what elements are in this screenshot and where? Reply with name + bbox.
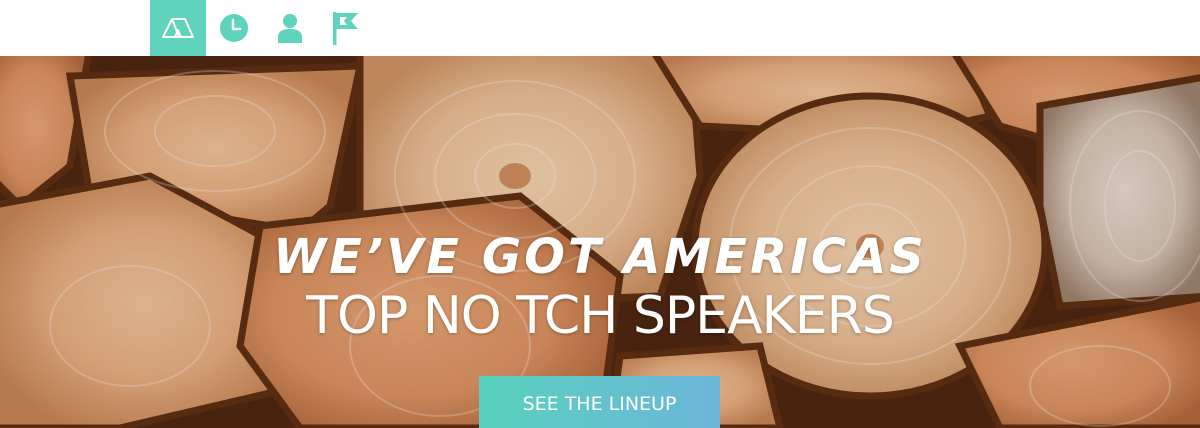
- nav-item-schedule[interactable]: [206, 0, 262, 56]
- tent-icon: [162, 18, 194, 38]
- headline-line-1: WE’VE GOT AMERICAS: [273, 229, 927, 285]
- flag-icon: [333, 12, 358, 45]
- hero-banner: WE’VE GOT AMERICAS TOP NO TCH SPEAKERS S…: [0, 56, 1200, 428]
- person-icon: [278, 14, 302, 43]
- nav-item-speakers[interactable]: [262, 0, 318, 56]
- nav-item-tent[interactable]: [150, 0, 206, 56]
- clock-icon: [220, 14, 248, 42]
- icon-nav: [150, 0, 374, 56]
- see-the-lineup-button[interactable]: SEE THE LINEUP: [479, 376, 720, 428]
- nav-item-flag[interactable]: [318, 0, 374, 56]
- hero-headline: WE’VE GOT AMERICAS TOP NO TCH SPEAKERS: [0, 228, 1200, 348]
- headline-line-2: TOP NO TCH SPEAKERS: [306, 286, 894, 346]
- top-navigation-bar: [0, 0, 1200, 56]
